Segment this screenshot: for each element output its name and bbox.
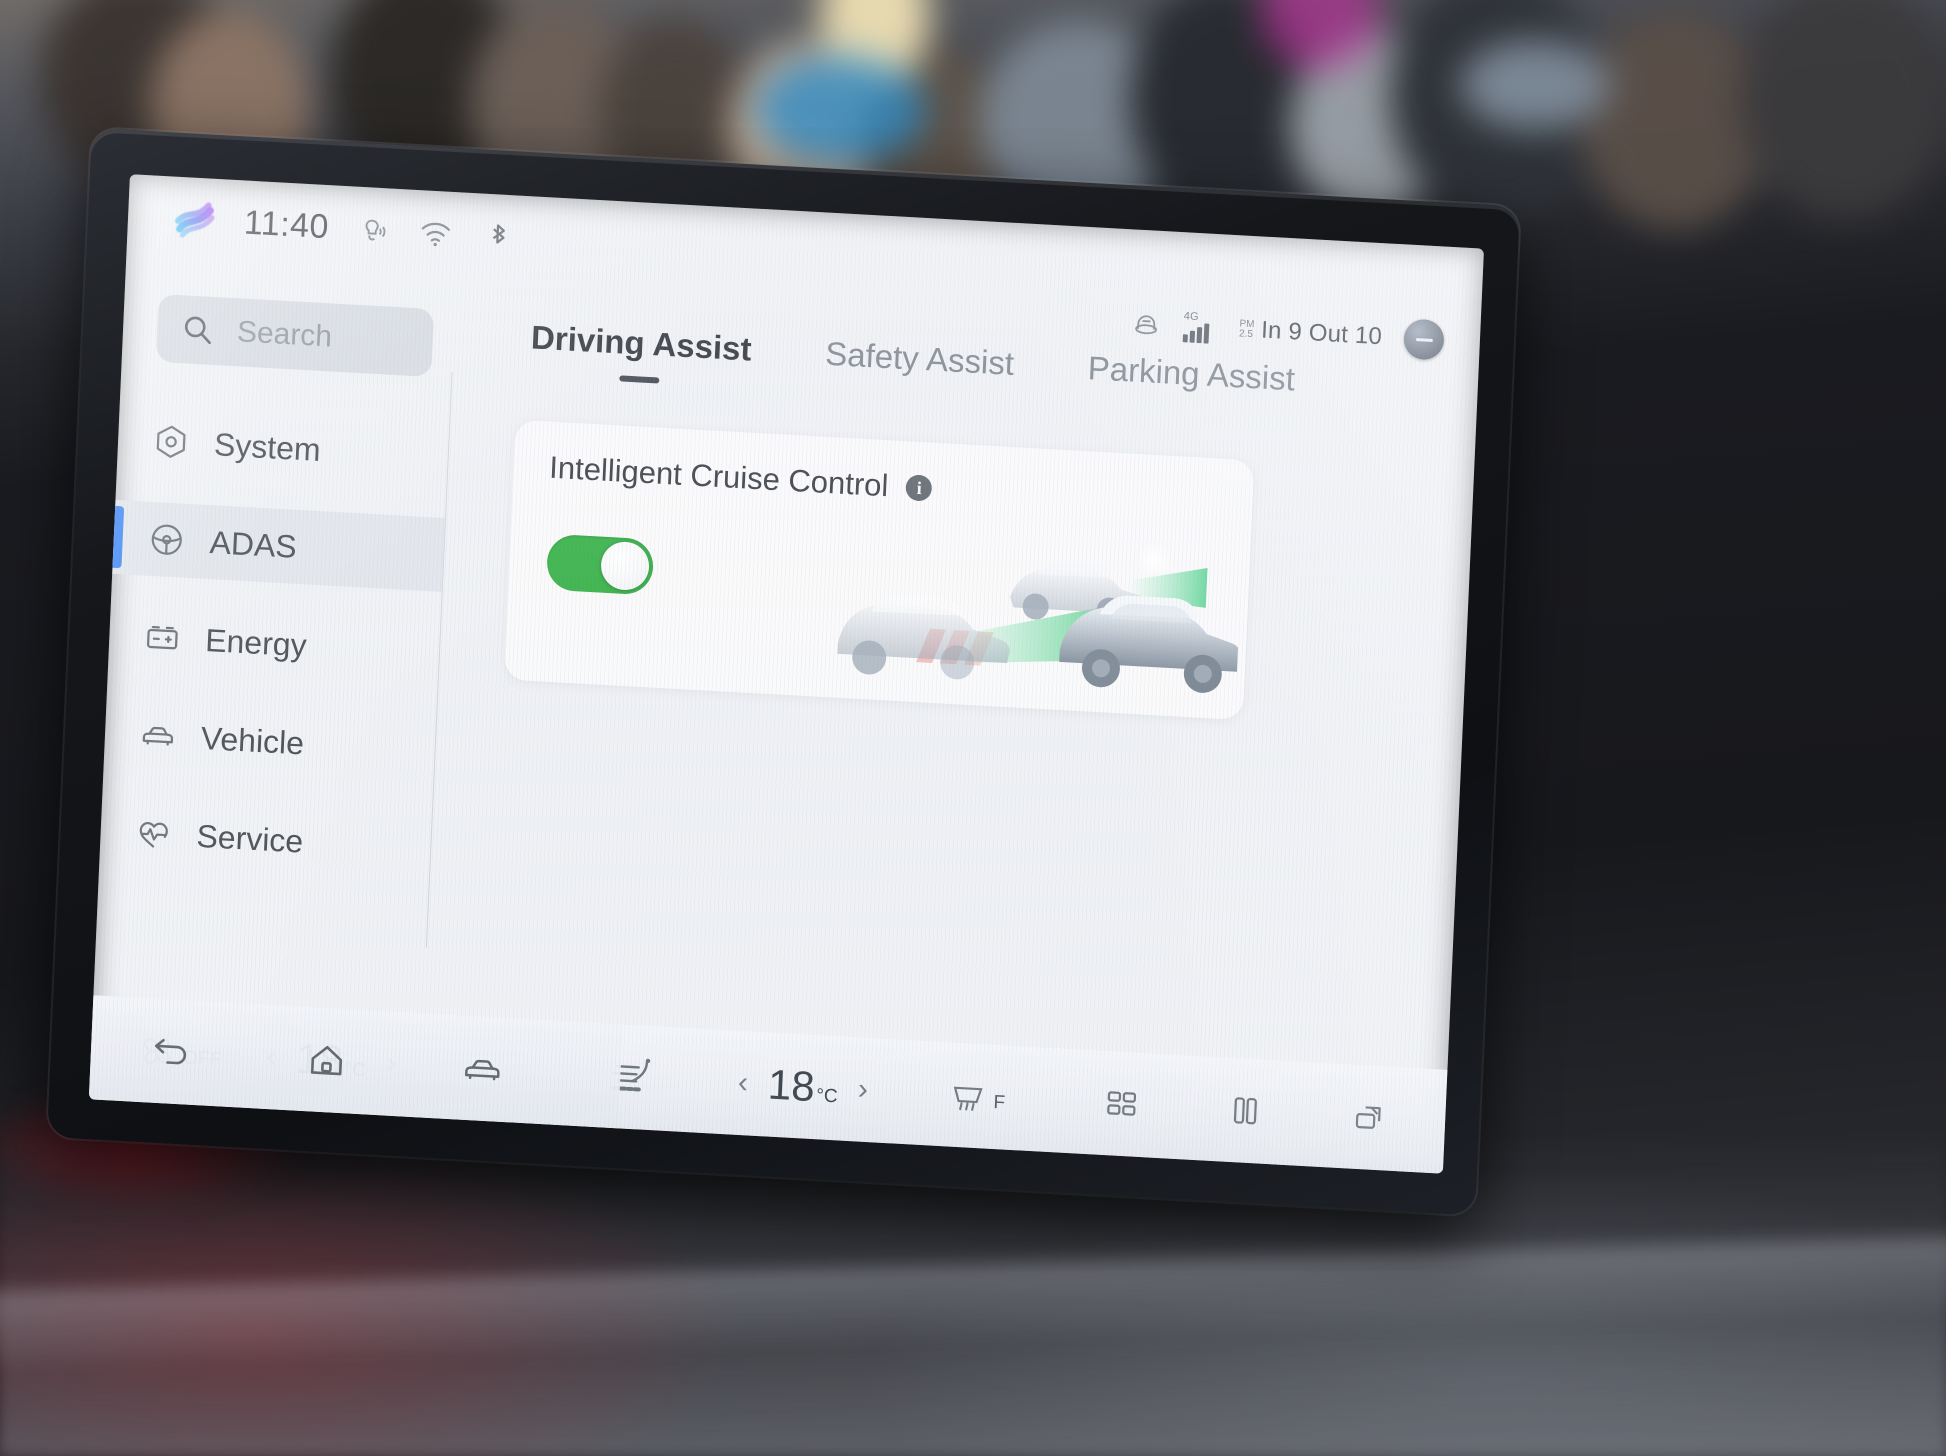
sidebar-item-system[interactable]: System <box>117 402 450 494</box>
vehicle-icon[interactable] <box>460 1046 506 1092</box>
sidebar-item-label: Energy <box>204 621 308 664</box>
intelligent-cruise-control-card: Intelligent Cruise Control i <box>503 419 1255 721</box>
settings-sidebar: Search System ADAS Energy Vehicle Servic… <box>93 278 454 1013</box>
sidebar-item-adas[interactable]: ADAS <box>112 499 445 592</box>
passenger-temp-unit: °C <box>815 1085 839 1108</box>
profile-dash-icon <box>1415 337 1433 342</box>
apps-grid-icon[interactable] <box>1101 1083 1143 1125</box>
back-icon[interactable] <box>148 1028 194 1074</box>
tab-label: Safety Assist <box>824 334 1015 382</box>
sidebar-item-label: Vehicle <box>200 719 305 762</box>
car-front-icon <box>138 715 178 755</box>
voice-assistant-muted-icon[interactable] <box>356 212 391 248</box>
passenger-temp-decrease-button[interactable]: ‹ <box>737 1066 748 1101</box>
infotainment-screen: 11:40 4G PM 2.5 In 9 Out 10 Search Syste… <box>88 174 1485 1174</box>
wifi-icon[interactable] <box>418 215 453 251</box>
photo-scene: 11:40 4G PM 2.5 In 9 Out 10 Search Syste… <box>0 0 1946 1456</box>
multi-window-icon[interactable] <box>1348 1097 1390 1139</box>
passenger-temp-value: 18 °C <box>767 1061 839 1113</box>
sidebar-item-vehicle[interactable]: Vehicle <box>103 696 436 788</box>
intelligent-cruise-control-toggle[interactable] <box>545 533 655 596</box>
adaptive-cruise-control-illustration <box>806 494 1244 717</box>
passenger-temp-increase-button[interactable]: › <box>857 1073 868 1108</box>
passenger-temperature-control[interactable]: ‹ 18 °C › <box>737 1059 869 1114</box>
tab-parking-assist[interactable]: Parking Assist <box>1086 349 1296 414</box>
content-area: Driving Assist Safety Assist Parking Ass… <box>433 297 1479 1070</box>
split-screen-icon[interactable] <box>1225 1090 1267 1132</box>
network-type-label: 4G <box>1183 309 1200 323</box>
system-hexagon-icon <box>151 422 191 462</box>
home-icon[interactable] <box>304 1037 350 1083</box>
sidebar-item-label: ADAS <box>208 523 298 565</box>
service-pulse-icon <box>134 813 174 853</box>
steering-wheel-icon <box>147 520 187 560</box>
tab-label: Driving Assist <box>530 318 753 368</box>
sidebar-item-label: Service <box>195 817 304 860</box>
tab-label: Parking Assist <box>1087 349 1296 398</box>
front-defrost-icon <box>947 1074 989 1116</box>
defrost-label: F <box>993 1091 1007 1114</box>
sidebar-item-energy[interactable]: Energy <box>108 598 441 690</box>
info-icon[interactable]: i <box>905 474 933 502</box>
toggle-knob <box>600 540 651 592</box>
search-placeholder: Search <box>236 315 333 354</box>
status-clock: 11:40 <box>243 203 330 246</box>
tab-safety-assist[interactable]: Safety Assist <box>824 335 1015 399</box>
search-icon <box>180 312 215 348</box>
front-defrost-button[interactable]: F <box>947 1074 1007 1117</box>
pm-label: PM 2.5 <box>1239 318 1255 341</box>
bluetooth-icon[interactable] <box>480 219 515 255</box>
search-input[interactable]: Search <box>155 293 435 378</box>
passenger-temp-number: 18 <box>767 1060 816 1111</box>
brand-wave-logo <box>173 199 217 241</box>
head-unit-device: 11:40 4G PM 2.5 In 9 Out 10 Search Syste… <box>47 128 1520 1216</box>
tab-driving-assist[interactable]: Driving Assist <box>530 318 753 384</box>
battery-icon <box>143 618 183 658</box>
sidebar-item-service[interactable]: Service <box>99 794 432 886</box>
sidebar-item-label: System <box>213 425 322 468</box>
